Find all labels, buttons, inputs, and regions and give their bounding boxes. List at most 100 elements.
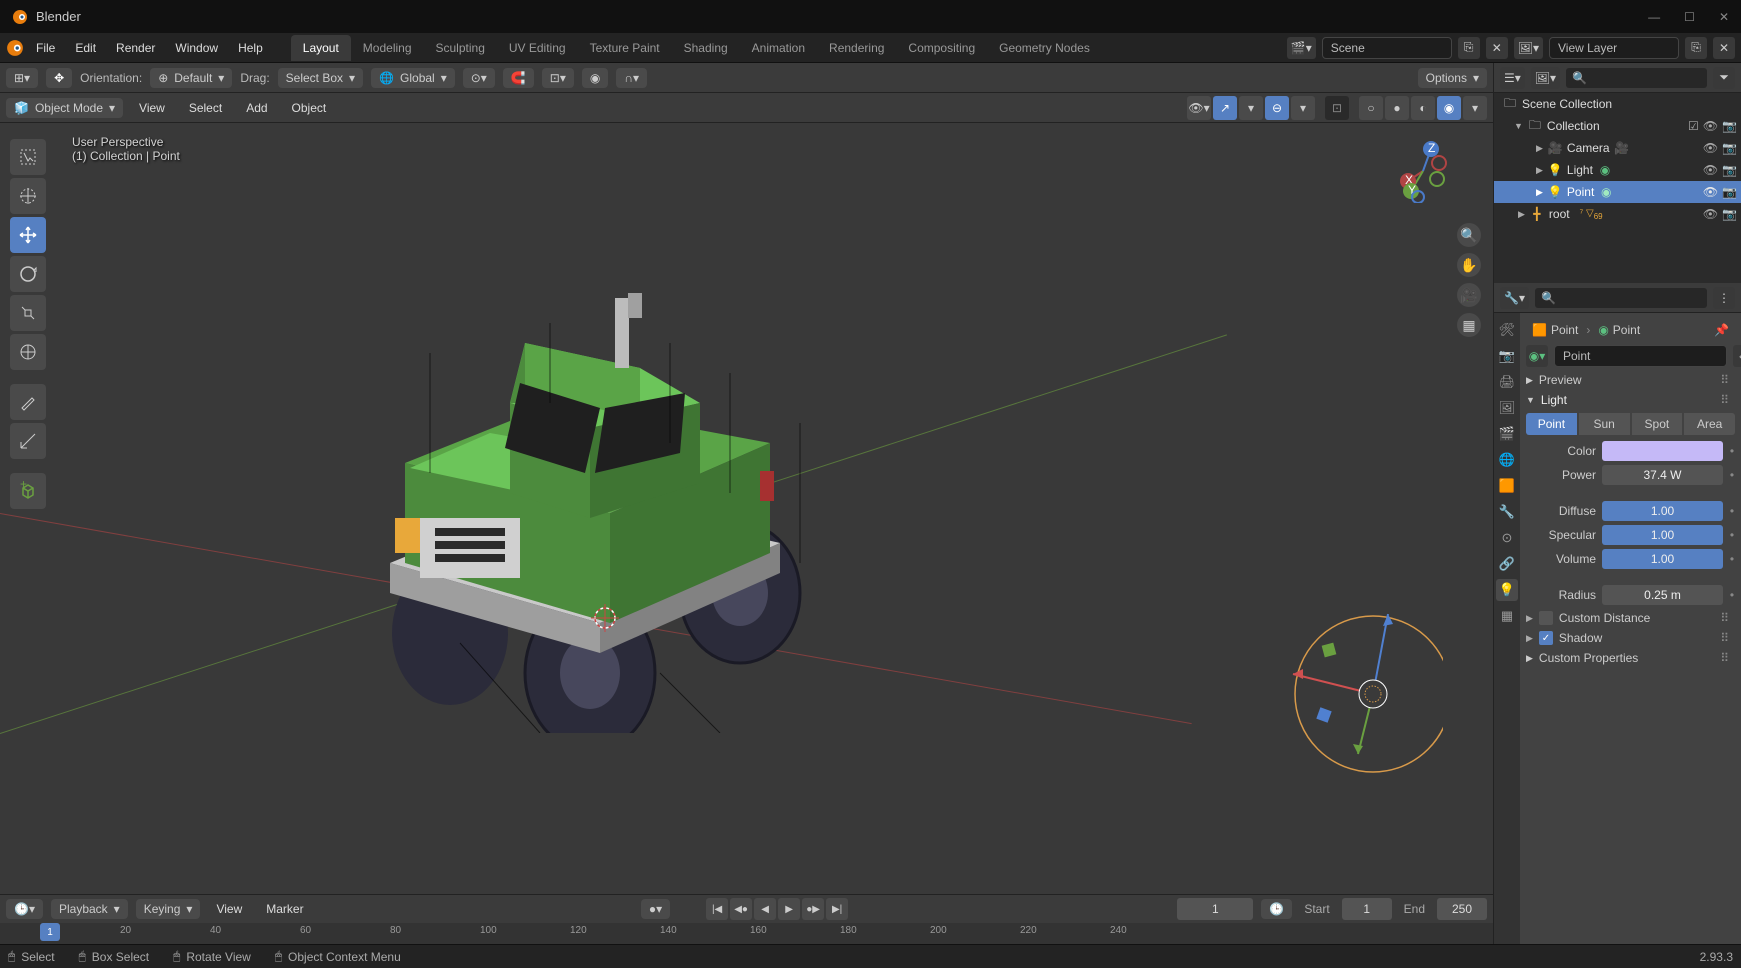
proportional-edit-toggle[interactable]: ◉ (582, 68, 608, 88)
overlays-toggle[interactable]: ⊖ (1265, 96, 1289, 120)
light-radius-input[interactable]: 0.25 m (1602, 585, 1723, 605)
disable-render-icon[interactable]: 📷 (1722, 141, 1737, 155)
prop-tab-modifiers[interactable]: 🔧 (1496, 501, 1518, 523)
nav-zoom-icon[interactable]: 🔍 (1457, 223, 1481, 247)
workspace-tab-rendering[interactable]: Rendering (817, 35, 896, 61)
viewlayer-delete-button[interactable]: ✕ (1713, 37, 1735, 59)
prop-tab-scene[interactable]: 🎬 (1496, 423, 1518, 445)
prop-tab-texture[interactable]: ▦ (1496, 605, 1518, 627)
prop-tab-constraints[interactable]: 🔗 (1496, 553, 1518, 575)
workspace-tab-texture-paint[interactable]: Texture Paint (578, 35, 672, 61)
visibility-dropdown[interactable]: 👁▾ (1187, 96, 1211, 120)
eye-icon[interactable]: 👁 (1703, 207, 1718, 221)
light-type-area[interactable]: Area (1684, 413, 1735, 435)
outliner-item-point[interactable]: ▶ 💡 Point ◉ 👁📷 (1494, 181, 1741, 203)
prop-tab-viewlayer[interactable]: 🖼 (1496, 397, 1518, 419)
light-gizmo[interactable] (1263, 604, 1443, 784)
workspace-tab-compositing[interactable]: Compositing (896, 35, 987, 61)
light-diffuse-input[interactable]: 1.00 (1602, 501, 1723, 521)
prop-tab-physics[interactable]: ⊙ (1496, 527, 1518, 549)
prop-tab-tool[interactable]: 🛠 (1496, 319, 1518, 341)
outliner-item-light[interactable]: ▶ 💡 Light ◉ 👁📷 (1494, 159, 1741, 181)
tool-cursor[interactable] (10, 178, 46, 214)
tool-rotate[interactable] (10, 256, 46, 292)
play-reverse-icon[interactable]: ◀ (754, 898, 776, 920)
timeline-ruler[interactable]: 1 20 40 60 80 100 120 140 160 180 200 22… (0, 923, 1493, 944)
light-specular-input[interactable]: 1.00 (1602, 525, 1723, 545)
timeline-keying-dropdown[interactable]: Keying ▾ (136, 899, 201, 919)
expand-icon[interactable]: ▼ (1514, 121, 1523, 131)
drag-action-dropdown[interactable]: Select Box ▾ (278, 68, 363, 88)
tool-select-box[interactable] (10, 139, 46, 175)
clock-icon[interactable]: 🕒 (1261, 899, 1292, 919)
outliner[interactable]: 🗀 Scene Collection ▼ 🗀 Collection ☑👁📷 ▶ … (1494, 93, 1741, 283)
custom-distance-panel-header[interactable]: ▶ Custom Distance ⠿ (1526, 611, 1735, 625)
viewlayer-new-button[interactable]: ⎘ (1685, 37, 1707, 59)
prop-tab-render[interactable]: 📷 (1496, 345, 1518, 367)
expand-icon[interactable]: ▶ (1518, 209, 1525, 220)
light-volume-input[interactable]: 1.00 (1602, 549, 1723, 569)
workspace-tab-animation[interactable]: Animation (740, 35, 817, 61)
nav-pan-icon[interactable]: ✋ (1457, 253, 1481, 277)
expand-icon[interactable]: ▶ (1536, 143, 1543, 154)
proportional-falloff-dropdown[interactable]: ∩▾ (616, 68, 647, 88)
menu-edit[interactable]: Edit (67, 37, 104, 59)
expand-icon[interactable]: ▶ (1536, 165, 1543, 176)
pivot-dropdown[interactable]: ⊙▾ (463, 68, 495, 88)
disable-render-icon[interactable]: 📷 (1722, 119, 1737, 133)
timeline-autokey-toggle[interactable]: ●▾ (641, 899, 670, 919)
timeline-editor-type[interactable]: 🕒▾ (6, 899, 43, 919)
workspace-tab-layout[interactable]: Layout (291, 35, 351, 61)
tool-annotate[interactable] (10, 384, 46, 420)
viewlayer-browse-button[interactable]: 🖼▾ (1514, 37, 1543, 59)
shadow-checkbox[interactable]: ✓ (1539, 631, 1553, 645)
eye-icon[interactable]: 👁 (1703, 163, 1718, 177)
outliner-item-camera[interactable]: ▶ 🎥 Camera 🎥 👁📷 (1494, 137, 1741, 159)
properties-search[interactable]: 🔍 (1535, 288, 1707, 308)
shading-matprev[interactable]: ◐ (1411, 96, 1435, 120)
tool-measure[interactable] (10, 423, 46, 459)
menu-help[interactable]: Help (230, 37, 271, 59)
outliner-scene-collection[interactable]: 🗀 Scene Collection (1494, 93, 1741, 115)
xray-toggle[interactable]: ⊡ (1325, 96, 1349, 120)
window-close-button[interactable]: ✕ (1719, 10, 1729, 24)
window-minimize-button[interactable]: — (1648, 10, 1660, 24)
editor-type-button[interactable]: ⊞▾ (6, 68, 38, 88)
workspace-tab-modeling[interactable]: Modeling (351, 35, 424, 61)
light-color-swatch[interactable] (1602, 441, 1723, 461)
tool-scale[interactable] (10, 295, 46, 331)
light-data-browse[interactable]: ◉▾ (1526, 345, 1548, 367)
truck-mesh[interactable] (380, 293, 840, 733)
workspace-tab-uv-editing[interactable]: UV Editing (497, 35, 578, 61)
shading-wireframe[interactable]: ○ (1359, 96, 1383, 120)
scene-name-input[interactable] (1322, 37, 1452, 59)
viewport-menu-add[interactable]: Add (238, 97, 275, 119)
current-frame-input[interactable] (1177, 898, 1253, 920)
properties-options[interactable]: ⋮ (1713, 287, 1735, 309)
prop-tab-output[interactable]: 🖨 (1496, 371, 1518, 393)
custom-properties-panel-header[interactable]: ▶Custom Properties⠿ (1526, 651, 1735, 665)
disable-render-icon[interactable]: 📷 (1722, 207, 1737, 221)
orientation-dropdown[interactable]: ⊕ Default ▾ (150, 68, 232, 88)
properties-editor-type[interactable]: 🔧▾ (1500, 287, 1529, 309)
light-data-name-input[interactable] (1554, 345, 1727, 367)
menu-render[interactable]: Render (108, 37, 163, 59)
timeline-menu-view[interactable]: View (208, 898, 250, 920)
start-frame-input[interactable] (1342, 898, 1392, 920)
scene-delete-button[interactable]: ✕ (1486, 37, 1508, 59)
menu-file[interactable]: File (28, 37, 63, 59)
light-panel-header[interactable]: ▼Light⠿ (1526, 393, 1735, 407)
gizmo-toggle[interactable]: ↗ (1213, 96, 1237, 120)
light-data-new[interactable]: ◇ (1733, 345, 1741, 367)
nav-perspective-icon[interactable]: ▦ (1457, 313, 1481, 337)
custom-distance-checkbox[interactable] (1539, 611, 1553, 625)
prop-tab-data[interactable]: 💡 (1496, 579, 1518, 601)
outliner-editor-type[interactable]: ☰▾ (1500, 67, 1525, 89)
timeline-playback-dropdown[interactable]: Playback ▾ (51, 899, 128, 919)
eye-icon[interactable]: 👁 (1703, 185, 1718, 199)
jump-to-end-icon[interactable]: ▶| (826, 898, 848, 920)
shading-solid[interactable]: ● (1385, 96, 1409, 120)
pin-icon[interactable]: 📌 (1714, 323, 1729, 337)
eye-icon[interactable]: 👁 (1703, 141, 1718, 155)
outliner-item-root[interactable]: ▶ ╋ root ⁷ ▽69 👁📷 (1494, 203, 1741, 225)
